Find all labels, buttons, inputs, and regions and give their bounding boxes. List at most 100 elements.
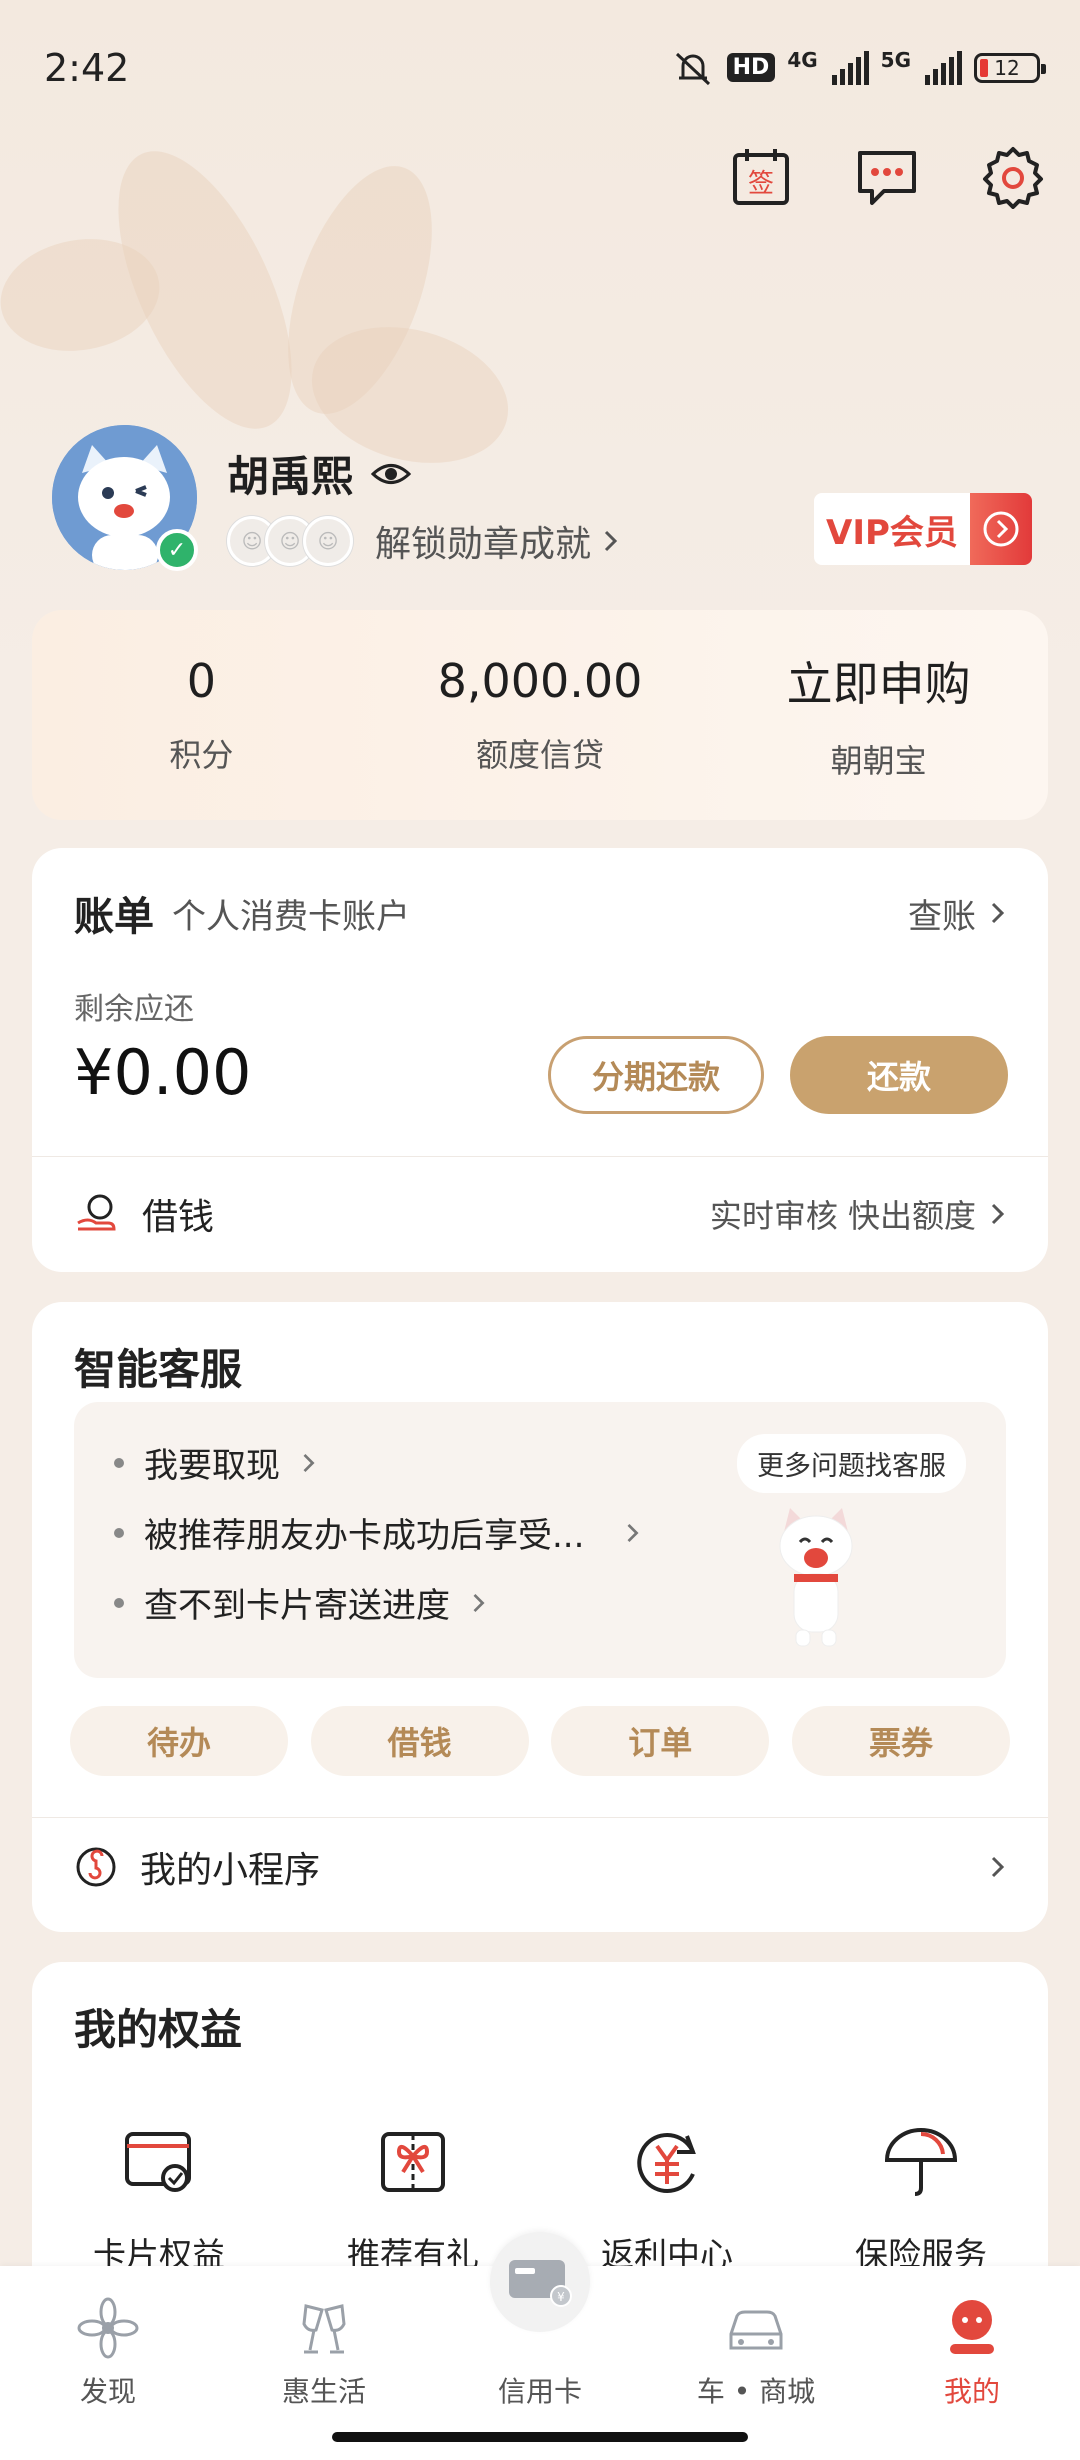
settings-button[interactable]: [976, 140, 1050, 214]
user-name-row: 胡禹熙: [227, 443, 412, 504]
gift-icon: [381, 2132, 445, 2192]
quick-todo-button[interactable]: 待办: [70, 1706, 288, 1776]
sign-in-calendar-icon: 签: [733, 149, 789, 205]
bill-title: 账单: [74, 893, 154, 940]
profile-section: ✓ 胡禹熙 ☺ ☺ ☺ 解锁勋章成就 VIP会员: [52, 425, 1032, 575]
rights-item-insurance[interactable]: 保险服务: [794, 2122, 1048, 2276]
stat-credit[interactable]: 8,000.00 额度信贷: [371, 610, 710, 820]
yuan-refresh-icon: [637, 2133, 696, 2193]
bullet-icon: [114, 1527, 124, 1538]
bill-subtitle: 个人消费卡账户: [172, 896, 410, 937]
quick-actions: 待办 借钱 订单 票券: [70, 1706, 1010, 1776]
remaining-amount: ¥0.00: [74, 1036, 252, 1109]
messages-button[interactable]: [850, 140, 924, 214]
sign-in-button[interactable]: 签: [724, 140, 798, 214]
stat-label: 额度信贷: [476, 736, 605, 774]
badges-row[interactable]: ☺ ☺ ☺ 解锁勋章成就: [227, 515, 621, 567]
faq-item[interactable]: 被推荐朋友办卡成功后享受...: [114, 1508, 642, 1557]
user-name: 胡禹熙: [227, 452, 354, 501]
rights-title: 我的权益: [74, 2005, 243, 2054]
smart-service-card: 智能客服 我要取现 被推荐朋友办卡成功后享受... 查不到卡片寄送进度 更多问题…: [32, 1302, 1048, 1932]
signal-4g-icon: [831, 50, 869, 85]
vip-arrow-icon: [970, 493, 1032, 565]
faq-text: 我要取现: [144, 1446, 280, 1486]
chevron-right-icon: [991, 902, 1005, 924]
chevron-right-icon: [627, 1523, 639, 1542]
message-icon: [858, 151, 916, 205]
stat-value: 8,000.00: [437, 654, 643, 708]
loan-label: 借钱: [142, 1197, 215, 1238]
tab-car-mall[interactable]: 车 • 商城: [656, 2266, 856, 2426]
vip-member-button[interactable]: VIP会员: [814, 493, 1032, 565]
sign-in-char: 签: [748, 169, 774, 199]
credit-card-icon: ¥: [509, 2260, 572, 2307]
top-actions: 签: [724, 140, 1050, 214]
bill-header: 账单 个人消费卡账户 查账: [74, 884, 1008, 942]
status-bar: 2:42 HD 4G 5G 12: [0, 0, 1080, 135]
chevron-right-icon: [991, 1856, 1005, 1878]
cat-mascot-icon[interactable]: [766, 1502, 866, 1652]
remaining-label: 剩余应还: [74, 992, 194, 1027]
user-icon: [950, 2300, 994, 2354]
loan-note-text: 实时审核 快出额度: [709, 1197, 976, 1235]
tab-label: 信用卡: [497, 2375, 582, 2408]
divider: [32, 1817, 1048, 1818]
tab-life[interactable]: 惠生活: [224, 2266, 424, 2426]
credit-card-tab-button[interactable]: ¥: [490, 2232, 590, 2332]
stat-zhaozhaobao[interactable]: 立即申购 朝朝宝: [709, 610, 1048, 820]
vip-label: VIP会员: [826, 512, 958, 553]
tab-label: 发现: [79, 2375, 136, 2408]
faq-text: 被推荐朋友办卡成功后享受...: [144, 1516, 585, 1556]
battery-icon: 12: [974, 52, 1046, 83]
loan-row[interactable]: 借钱 实时审核 快出额度: [74, 1178, 1008, 1250]
faq-item[interactable]: 我要取现: [114, 1438, 318, 1487]
more-questions-bubble[interactable]: 更多问题找客服: [737, 1434, 966, 1493]
mini-program-label: 我的小程序: [140, 1850, 321, 1891]
stat-value: 0: [186, 654, 216, 708]
divider: [32, 1156, 1048, 1157]
tab-label: 我的: [943, 2375, 1000, 2408]
stat-label: 积分: [169, 736, 234, 774]
bill-card: 账单 个人消费卡账户 查账 剩余应还 ¥0.00 分期还款 还款 借钱 实时审核…: [32, 848, 1048, 1272]
quick-borrow-button[interactable]: 借钱: [310, 1706, 529, 1776]
tab-label: 车 • 商城: [696, 2375, 816, 2408]
network-5g-label: 5G: [880, 47, 911, 72]
stat-value: 立即申购: [786, 657, 971, 711]
check-bill-link[interactable]: 查账: [908, 889, 1008, 938]
chevron-right-icon: [991, 1203, 1005, 1225]
stat-points[interactable]: 0 积分: [32, 610, 371, 820]
stat-label: 朝朝宝: [830, 742, 927, 780]
network-4g-label: 4G: [787, 47, 818, 72]
tab-mine[interactable]: 我的: [872, 2266, 1072, 2426]
eye-icon[interactable]: [371, 461, 412, 487]
signal-5g-icon: [925, 50, 962, 85]
check-bill-label: 查账: [908, 896, 976, 937]
mini-programs-row[interactable]: 我的小程序: [74, 1822, 1008, 1912]
faq-box: 我要取现 被推荐朋友办卡成功后享受... 查不到卡片寄送进度 更多问题找客服: [74, 1402, 1006, 1678]
tab-discover[interactable]: 发现: [8, 2266, 208, 2426]
chevron-right-icon: [303, 1453, 315, 1472]
umbrella-icon: [884, 2128, 958, 2196]
badge-icon: ☺: [303, 516, 353, 566]
home-indicator[interactable]: [332, 2432, 748, 2442]
loan-note: 实时审核 快出额度: [710, 1191, 1008, 1237]
car-icon: [729, 2310, 783, 2350]
service-title: 智能客服: [74, 1345, 243, 1394]
bullet-icon: [114, 1597, 124, 1608]
card-check-icon: [125, 2132, 191, 2192]
rights-item-card-benefits[interactable]: 卡片权益: [32, 2122, 286, 2276]
status-time: 2:42: [44, 45, 130, 90]
battery-level: 12: [994, 55, 1020, 80]
verified-check-icon: ✓: [156, 529, 198, 571]
svg-text:¥: ¥: [557, 2290, 565, 2304]
tab-label: 惠生活: [281, 2375, 366, 2408]
status-icons: HD 4G 5G 12: [671, 47, 1046, 88]
hd-badge: HD: [726, 53, 776, 82]
quick-orders-button[interactable]: 订单: [551, 1706, 770, 1776]
bullet-icon: [114, 1457, 124, 1468]
repay-button[interactable]: 还款: [790, 1036, 1008, 1114]
hand-coin-icon: [77, 1194, 116, 1231]
quick-coupons-button[interactable]: 票券: [791, 1706, 1010, 1776]
faq-item[interactable]: 查不到卡片寄送进度: [114, 1578, 488, 1627]
installment-button[interactable]: 分期还款: [548, 1036, 764, 1114]
